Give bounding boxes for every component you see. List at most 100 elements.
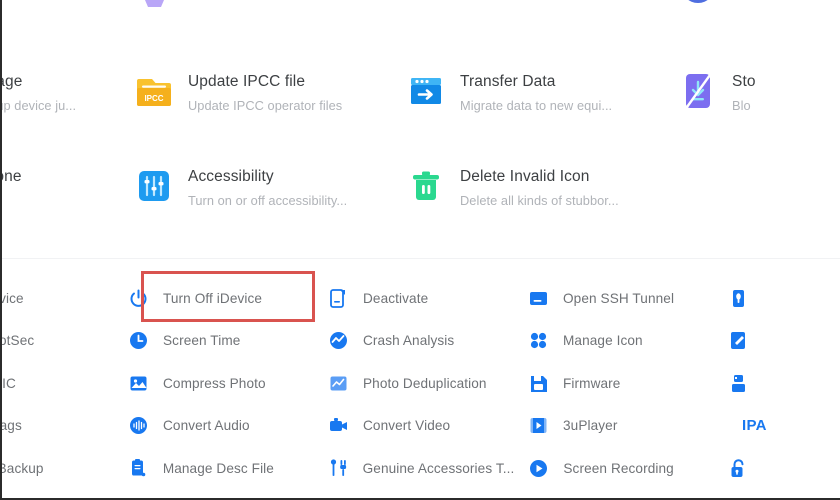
- tool-label: Manage Icon: [563, 333, 643, 349]
- manage-icon-icon: [528, 330, 549, 351]
- table-row: udio Tags Convert Audio Convert Video 3u…: [2, 405, 840, 448]
- card-delete-invalid-icon[interactable]: Delete Invalid Icon Delete all kinds of …: [394, 148, 666, 243]
- tool-label: Compress Photo: [163, 375, 266, 391]
- tool-flash-drive[interactable]: [714, 362, 840, 405]
- card-title: Clean Garbage: [2, 73, 23, 90]
- compress-photo-icon: [128, 373, 149, 394]
- card-subtitle: DIY Ringtones: [2, 191, 22, 210]
- tool-photo-deduplication[interactable]: Photo Deduplication: [314, 362, 514, 405]
- card-text: Accessibility Turn on or off accessibili…: [188, 166, 347, 210]
- tool-label: ot iDevice: [0, 290, 24, 306]
- card-text: Transfer Data Migrate data to new equi..…: [460, 71, 612, 115]
- tool-open-ssh-tunnel[interactable]: Open SSH Tunnel: [514, 277, 714, 320]
- tool-backup-bootsec[interactable]: up BootSec: [2, 320, 114, 363]
- card-accessibility[interactable]: Accessibility Turn on or off accessibili…: [122, 148, 394, 243]
- tool-label: Manage Desc File: [162, 460, 274, 476]
- card-clean-garbage[interactable]: Clean Garbage Quickly clean up device ju…: [2, 53, 122, 148]
- 3uplayer-icon: [528, 415, 549, 436]
- tool-convert-heic[interactable]: ert HEIC: [2, 362, 114, 405]
- card-title: Delete Invalid Icon: [460, 168, 590, 185]
- edit-note-icon: [728, 330, 749, 351]
- tool-unlock[interactable]: [714, 447, 840, 490]
- card-stop-update[interactable]: Sto Blo: [666, 53, 840, 148]
- card-subtitle: Delete all kinds of stubbor...: [460, 193, 619, 208]
- card-install-app[interactable]: Inst: [666, 0, 840, 53]
- card-title: Make Ringtone: [2, 168, 22, 185]
- ipcc-folder-icon: IPCC: [134, 71, 174, 111]
- card-row: Clean Garbage Quickly clean up device ju…: [2, 53, 840, 148]
- tool-usb-drive[interactable]: [714, 277, 840, 320]
- table-row: ot iDevice Turn Off iDevice Deactivate O…: [0, 277, 840, 320]
- card-update-ipcc-file[interactable]: IPCC Update IPCC file Update IPCC operat…: [122, 53, 394, 148]
- tool-reboot-idevice[interactable]: ot iDevice: [0, 277, 114, 320]
- tool-deactivate[interactable]: Deactivate: [314, 277, 514, 320]
- firmware-icon: [528, 373, 549, 394]
- trash-bin-icon: [406, 166, 446, 206]
- photo-dedup-icon: [328, 373, 349, 394]
- card-multi-device[interactable]: Support multiple devices t...: [394, 0, 666, 53]
- toolbox-screen: Computer display device s... Restore the…: [0, 0, 840, 500]
- card-row: Computer display device s... Restore the…: [2, 0, 840, 53]
- card-transfer-data[interactable]: Transfer Data Migrate data to new equi..…: [394, 53, 666, 148]
- tool-list-grid: ot iDevice Turn Off iDevice Deactivate O…: [0, 277, 840, 490]
- deactivate-icon: [328, 288, 349, 309]
- tool-label: Photo Deduplication: [363, 375, 487, 391]
- card-title: Accessibility: [188, 168, 274, 185]
- multi-device-icon: [406, 0, 446, 16]
- tool-label: Crash Analysis: [363, 333, 455, 349]
- tool-firmware[interactable]: Firmware: [514, 362, 714, 405]
- section-divider: [2, 258, 840, 259]
- tool-crash-analysis[interactable]: Crash Analysis: [314, 320, 514, 363]
- tool-label: l App Backup: [0, 460, 44, 476]
- genuine-accessories-icon: [328, 458, 349, 479]
- tool-label: Convert Audio: [163, 418, 250, 434]
- tool-label: Deactivate: [363, 290, 429, 306]
- tool-compress-photo[interactable]: Compress Photo: [114, 362, 314, 405]
- unlock-icon: [728, 458, 749, 479]
- tool-screen-recording[interactable]: Screen Recording: [514, 447, 714, 490]
- card-row: Make Ringtone DIY Ringtones: [2, 148, 840, 243]
- tool-convert-video[interactable]: Convert Video: [314, 405, 514, 448]
- card-restore-device[interactable]: Restore the device to fact...: [122, 0, 394, 53]
- tool-3uplayer[interactable]: 3uPlayer: [514, 405, 714, 448]
- flash-drive-icon: [728, 373, 749, 394]
- card-subtitle: Migrate data to new equi...: [460, 98, 613, 113]
- tool-label: Convert Video: [363, 418, 451, 434]
- tool-label: Open SSH Tunnel: [563, 290, 675, 306]
- tool-audio-tags[interactable]: udio Tags: [2, 405, 114, 448]
- svg-text:IPCC: IPCC: [144, 94, 163, 103]
- card-make-ringtone[interactable]: Make Ringtone DIY Ringtones: [2, 148, 122, 243]
- tool-screen-time[interactable]: Screen Time: [114, 320, 314, 363]
- screen-time-icon: [128, 330, 149, 351]
- tool-label: IPA: [742, 417, 767, 435]
- screen-recording-icon: [528, 458, 549, 479]
- card-text: Make Ringtone DIY Ringtones: [2, 166, 22, 210]
- tool-turn-off-idevice[interactable]: Turn Off iDevice: [114, 277, 314, 320]
- tool-cards-grid: Computer display device s... Restore the…: [2, 0, 840, 243]
- tool-ipa[interactable]: IPA: [714, 405, 840, 448]
- card-subtitle: Quickly clean up device ju...: [2, 98, 77, 113]
- tool-app-backup[interactable]: l App Backup: [0, 447, 114, 490]
- table-row: up BootSec Screen Time Crash Analysis Ma…: [2, 320, 840, 363]
- tool-genuine-accessories[interactable]: Genuine Accessories T...: [314, 447, 515, 490]
- tool-label: Screen Time: [163, 333, 241, 349]
- install-app-icon: [678, 0, 718, 16]
- tool-label: Firmware: [563, 375, 621, 391]
- card-empty: [666, 148, 840, 243]
- tool-convert-audio[interactable]: Convert Audio: [114, 405, 314, 448]
- tool-edit-note[interactable]: [714, 320, 840, 363]
- tool-label: ert HEIC: [2, 375, 16, 391]
- card-screen-mirror[interactable]: Computer display device s...: [2, 0, 122, 53]
- tool-manage-icon[interactable]: Manage Icon: [514, 320, 714, 363]
- usb-drive-icon: [728, 288, 749, 309]
- card-title: Sto: [732, 73, 756, 90]
- accessibility-sliders-icon: [134, 166, 174, 206]
- power-off-icon: [128, 288, 149, 309]
- crash-analysis-icon: [328, 330, 349, 351]
- tool-label: Genuine Accessories T...: [362, 460, 515, 476]
- tool-manage-desc-file[interactable]: Manage Desc File: [114, 447, 314, 490]
- manage-desc-file-icon: [128, 458, 149, 479]
- ssh-tunnel-icon: [528, 288, 549, 309]
- card-text: Clean Garbage Quickly clean up device ju…: [2, 71, 77, 115]
- convert-audio-icon: [128, 415, 149, 436]
